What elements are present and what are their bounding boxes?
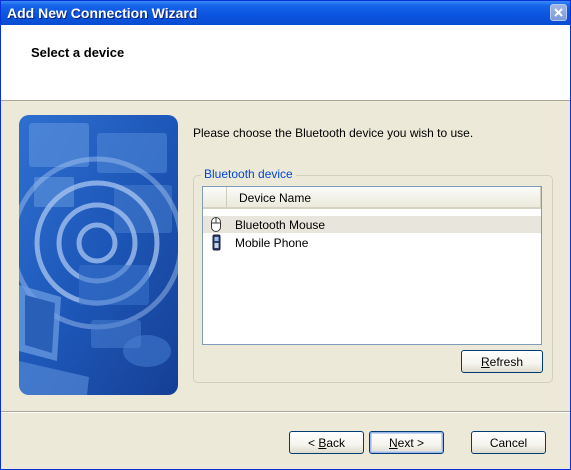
- instruction-text: Please choose the Bluetooth device you w…: [193, 126, 474, 140]
- column-header-label: Device Name: [239, 191, 312, 205]
- back-button[interactable]: < Back: [289, 431, 364, 454]
- close-icon: [554, 8, 563, 17]
- refresh-mnemonic: R: [480, 354, 490, 369]
- wizard-header: Select a device: [1, 25, 570, 101]
- wizard-illustration: [19, 115, 178, 395]
- list-item-mobile-phone[interactable]: Mobile Phone: [203, 234, 541, 251]
- refresh-button[interactable]: Refresh: [461, 350, 543, 373]
- wizard-window: Add New Connection Wizard Select a devic…: [0, 0, 571, 470]
- footer-separator: [1, 411, 570, 413]
- list-header: Device Name: [203, 187, 541, 209]
- refresh-label-rest: efresh: [489, 354, 524, 369]
- next-label-rest: ext >: [397, 435, 425, 450]
- close-button[interactable]: [550, 4, 567, 21]
- next-button[interactable]: Next >: [369, 431, 444, 454]
- title-bar[interactable]: Add New Connection Wizard: [1, 1, 570, 25]
- cancel-button[interactable]: Cancel: [471, 431, 546, 454]
- icon-column-header[interactable]: [203, 187, 227, 207]
- page-title: Select a device: [31, 45, 125, 60]
- window-title: Add New Connection Wizard: [7, 5, 198, 21]
- next-mnemonic: N: [388, 435, 398, 450]
- back-label-prefix: <: [307, 435, 319, 450]
- device-name: Mobile Phone: [235, 236, 309, 250]
- back-label-rest: ack: [326, 435, 346, 450]
- device-name: Bluetooth Mouse: [235, 218, 326, 232]
- device-name-column-header[interactable]: Device Name: [227, 187, 541, 207]
- mobile-phone-icon: [209, 234, 223, 251]
- mouse-icon: [209, 216, 223, 233]
- device-list[interactable]: Device Name Bluetooth Mouse Mobile Phone: [202, 186, 542, 345]
- list-item-bluetooth-mouse[interactable]: Bluetooth Mouse: [203, 216, 541, 233]
- groupbox-label: Bluetooth device: [201, 167, 296, 181]
